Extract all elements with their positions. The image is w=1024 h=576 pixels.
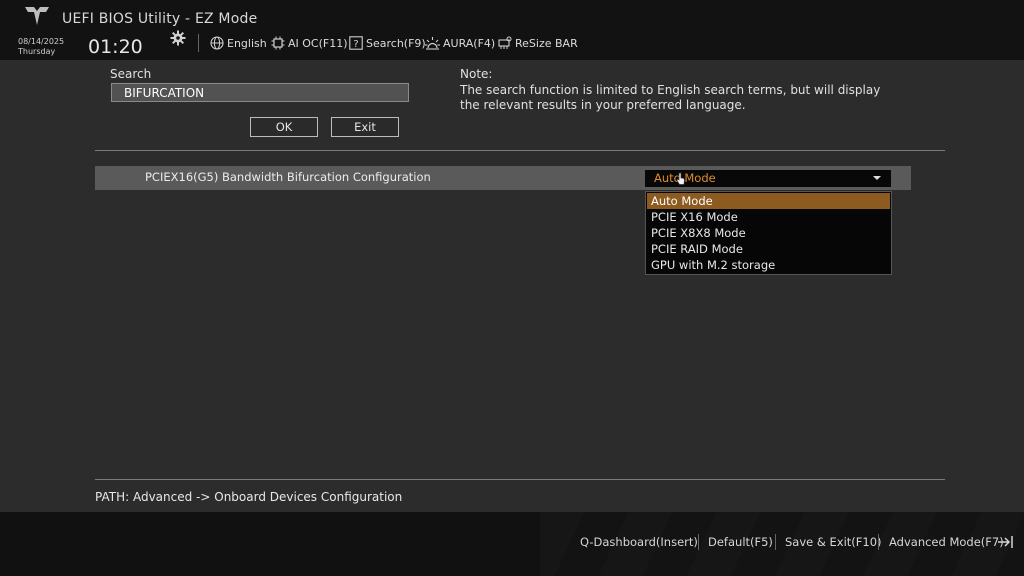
date-text: 08/14/2025 <box>18 37 65 46</box>
globe-icon <box>210 36 224 50</box>
exit-arrow-icon[interactable] <box>997 534 1017 550</box>
language-label: English <box>227 37 267 50</box>
time-display: 01:20 <box>88 36 143 58</box>
option-pcie-x16-mode[interactable]: PCIE X16 Mode <box>647 209 890 225</box>
tuf-logo-icon <box>25 7 49 25</box>
search-button-label: Search(F9) <box>366 37 426 50</box>
ok-button[interactable]: OK <box>250 117 318 137</box>
resize-bar-button[interactable]: ReSize BAR <box>498 36 578 50</box>
ai-oc-button[interactable]: AI OC(F11) <box>271 36 348 50</box>
q-dashboard-button[interactable]: Q-Dashboard(Insert) <box>580 535 698 549</box>
language-button[interactable]: English <box>210 36 267 50</box>
day-text: Thursday <box>18 47 56 56</box>
setting-row[interactable]: PCIEX16(G5) Bandwidth Bifurcation Config… <box>95 166 911 190</box>
chip-icon <box>271 36 285 50</box>
app-title: UEFI BIOS Utility - EZ Mode <box>62 11 258 27</box>
resize-bar-icon <box>498 36 512 49</box>
footer-divider <box>878 534 879 550</box>
gear-icon[interactable] <box>170 30 186 46</box>
date-display: 08/14/2025 Thursday <box>18 37 64 57</box>
option-pcie-raid-mode[interactable]: PCIE RAID Mode <box>647 241 890 257</box>
path-divider <box>95 479 945 480</box>
save-exit-button[interactable]: Save & Exit(F10) <box>785 535 882 549</box>
question-icon: ? <box>349 36 363 50</box>
advanced-mode-button[interactable]: Advanced Mode(F7) <box>889 535 1004 549</box>
section-divider <box>95 150 945 151</box>
dropdown-options-list: Auto Mode PCIE X16 Mode PCIE X8X8 Mode P… <box>645 191 892 275</box>
ai-oc-label: AI OC(F11) <box>288 37 348 50</box>
aura-label: AURA(F4) <box>443 37 496 50</box>
setting-label: PCIEX16(G5) Bandwidth Bifurcation Config… <box>145 170 431 184</box>
mouse-cursor-icon <box>676 172 685 185</box>
aura-light-icon <box>425 37 440 50</box>
footer-divider <box>775 534 776 550</box>
header-divider <box>198 34 199 52</box>
default-button[interactable]: Default(F5) <box>708 535 773 549</box>
footer-bar: Q-Dashboard(Insert) Default(F5) Save & E… <box>0 512 1024 576</box>
search-input[interactable] <box>111 83 409 102</box>
aura-button[interactable]: AURA(F4) <box>425 36 495 50</box>
note-title: Note: <box>460 67 493 81</box>
option-gpu-with-m2-storage[interactable]: GPU with M.2 storage <box>647 257 890 273</box>
caret-down-icon <box>873 176 881 180</box>
search-label: Search <box>110 67 152 81</box>
exit-button[interactable]: Exit <box>331 117 399 137</box>
note-text: The search function is limited to Englis… <box>460 83 881 112</box>
svg-text:?: ? <box>353 39 358 50</box>
search-button[interactable]: ? Search(F9) <box>349 36 426 50</box>
footer-divider <box>698 534 699 550</box>
resize-bar-label: ReSize BAR <box>515 37 578 50</box>
option-auto-mode[interactable]: Auto Mode <box>647 193 890 209</box>
path-text: PATH: Advanced -> Onboard Devices Config… <box>95 490 403 504</box>
option-pcie-x8x8-mode[interactable]: PCIE X8X8 Mode <box>647 225 890 241</box>
header-bar: UEFI BIOS Utility - EZ Mode 08/14/2025 T… <box>0 0 1024 60</box>
